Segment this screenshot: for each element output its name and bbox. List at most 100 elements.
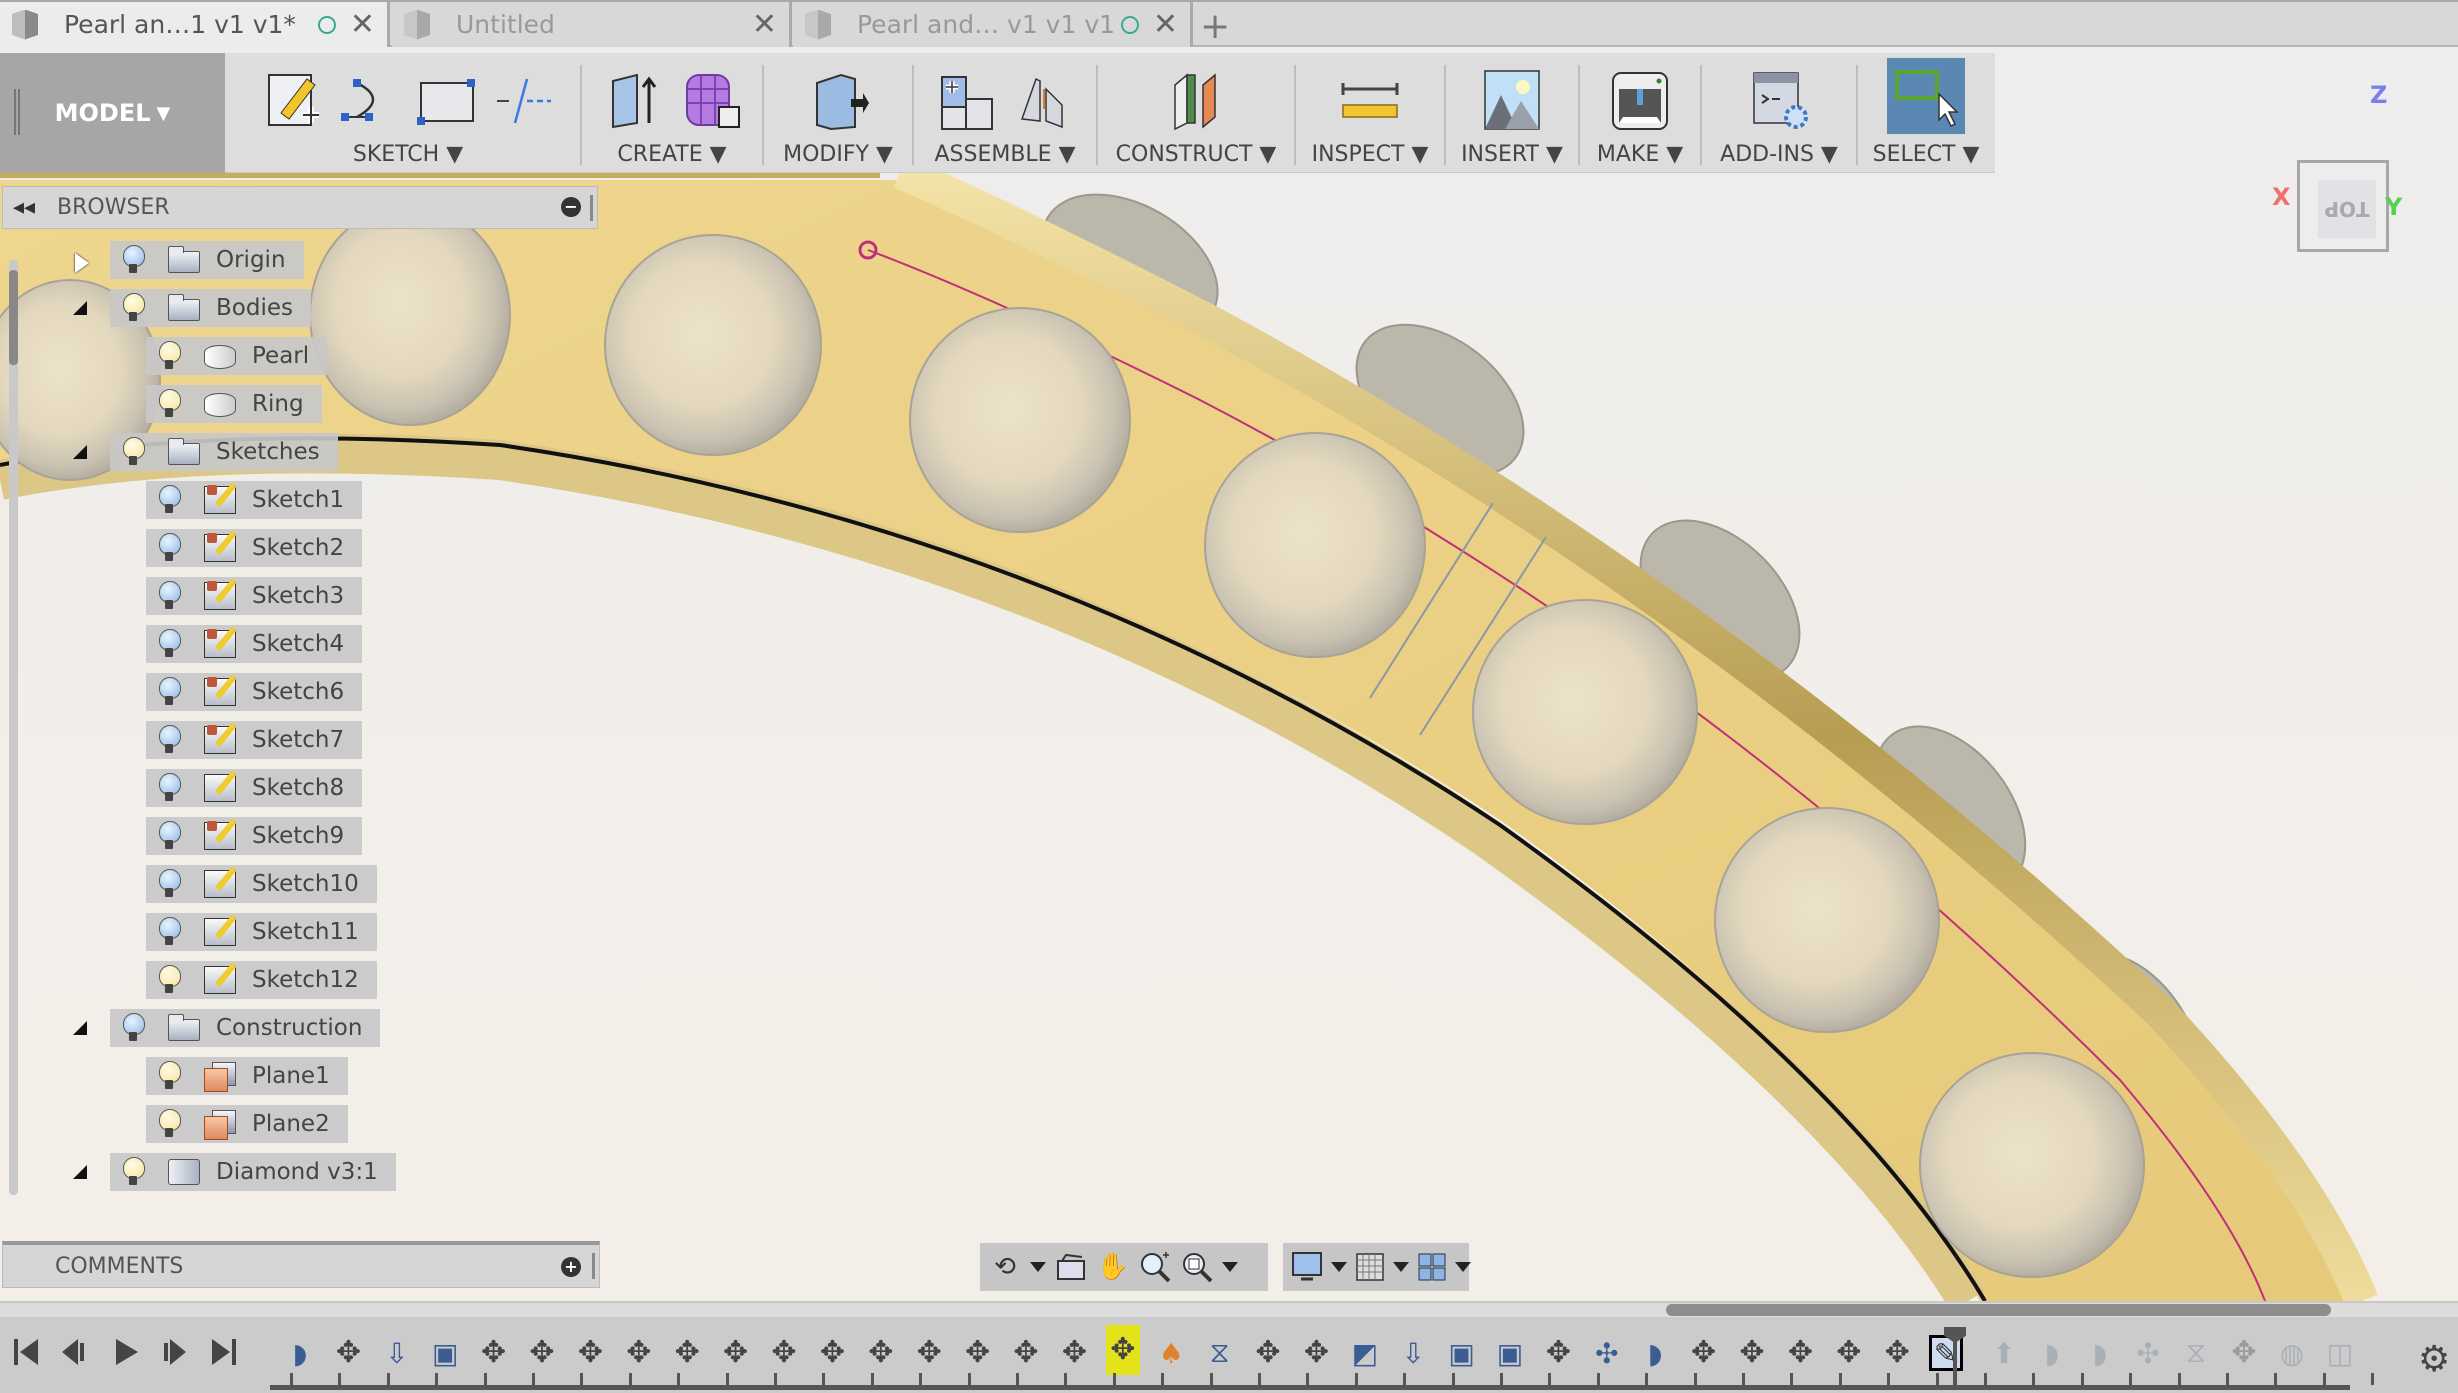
- viewports-dropdown-caret[interactable]: [1455, 1262, 1471, 1272]
- look-at-icon[interactable]: [1054, 1250, 1088, 1284]
- extrude-icon[interactable]: [603, 69, 665, 131]
- browser-node-sketch11[interactable]: Sketch11: [146, 913, 377, 951]
- scripts-addins-icon[interactable]: [1748, 69, 1810, 131]
- toolbar-group-insert[interactable]: INSERT ▼: [1448, 53, 1576, 173]
- visibility-bulb-icon[interactable]: [122, 1013, 145, 1043]
- browser-node-plane1[interactable]: Plane1: [146, 1057, 348, 1095]
- browser-node-sketch12[interactable]: Sketch12: [146, 961, 377, 999]
- timeline-feature-move-selected[interactable]: [1105, 1325, 1140, 1375]
- toolbar-group-select[interactable]: SELECT ▼: [1860, 53, 1992, 173]
- timeline-feature-move[interactable]: [1687, 1335, 1721, 1371]
- timeline-feature-move[interactable]: [622, 1335, 656, 1371]
- document-tab-active[interactable]: Pearl an…1 v1 v1* ✕: [0, 2, 390, 47]
- toolbar-group-add-ins[interactable]: ADD-INS ▼: [1704, 53, 1854, 173]
- play-button[interactable]: [112, 1335, 140, 1369]
- visibility-bulb-icon[interactable]: [158, 581, 181, 611]
- arc-icon[interactable]: [339, 69, 401, 131]
- visibility-bulb-icon[interactable]: [158, 1061, 181, 1091]
- joint-icon[interactable]: [1012, 69, 1074, 131]
- timeline-settings-gear-icon[interactable]: ⚙: [2418, 1342, 2450, 1378]
- visibility-bulb-icon[interactable]: [158, 821, 181, 851]
- timeline-feature-move[interactable]: [525, 1335, 559, 1371]
- visibility-bulb-icon[interactable]: [158, 773, 181, 803]
- browser-node-sketches[interactable]: Sketches: [110, 433, 338, 471]
- timeline-feature-derive[interactable]: ⇩: [380, 1335, 414, 1371]
- timeline-feature-move[interactable]: [477, 1335, 511, 1371]
- timeline-feature-move[interactable]: [1735, 1335, 1769, 1371]
- panel-resize-handle[interactable]: [590, 195, 593, 221]
- timeline-feature-move[interactable]: [331, 1335, 365, 1371]
- pan-icon[interactable]: ✋: [1096, 1250, 1130, 1284]
- visibility-bulb-icon[interactable]: [158, 341, 181, 371]
- browser-node-ring[interactable]: Ring: [146, 385, 322, 423]
- go-to-end-button[interactable]: [210, 1335, 238, 1369]
- new-tab-button[interactable]: +: [1200, 6, 1230, 47]
- scrollbar-thumb[interactable]: [1666, 1304, 2331, 1316]
- visibility-bulb-icon[interactable]: [158, 917, 181, 947]
- expand-open-icon[interactable]: [73, 1021, 87, 1035]
- toolbar-group-modify[interactable]: MODIFY ▼: [766, 53, 910, 173]
- browser-node-sketch4[interactable]: Sketch4: [146, 625, 363, 663]
- browser-node-construction[interactable]: Construction: [110, 1009, 381, 1047]
- visibility-bulb-icon[interactable]: [158, 965, 181, 995]
- timeline-feature-move[interactable]: [1832, 1335, 1866, 1371]
- display-dropdown-caret[interactable]: [1331, 1262, 1347, 1272]
- timeline-feature-derive[interactable]: ⇩: [1396, 1335, 1430, 1371]
- viewports-icon[interactable]: [1417, 1250, 1447, 1284]
- timeline-suppressed-feature-combine[interactable]: ◫: [2323, 1335, 2357, 1371]
- browser-node-sketch2[interactable]: Sketch2: [146, 529, 363, 567]
- go-to-start-button[interactable]: [12, 1335, 40, 1369]
- browser-node-plane2[interactable]: Plane2: [146, 1105, 348, 1143]
- step-back-button[interactable]: [60, 1335, 88, 1369]
- browser-node-sketch1[interactable]: Sketch1: [146, 481, 363, 519]
- view-cube[interactable]: TOP: [2297, 160, 2389, 252]
- window-select-icon[interactable]: [1887, 58, 1965, 134]
- toolbar-grip-handle[interactable]: [14, 89, 20, 135]
- toolbar-group-sketch[interactable]: SKETCH ▼: [238, 53, 578, 173]
- 3d-print-icon[interactable]: [1609, 69, 1671, 131]
- close-tab-button[interactable]: ✕: [350, 9, 375, 40]
- visibility-bulb-icon[interactable]: [158, 725, 181, 755]
- timeline-feature-move[interactable]: [1009, 1335, 1043, 1371]
- display-settings-icon[interactable]: [1291, 1250, 1323, 1284]
- grid-settings-icon[interactable]: [1355, 1250, 1385, 1284]
- zoom-icon[interactable]: [1138, 1250, 1172, 1284]
- timeline-feature-fillet-orange[interactable]: ♠: [1154, 1335, 1188, 1371]
- zoom-dropdown-caret[interactable]: [1222, 1262, 1238, 1272]
- browser-scrollbar-thumb[interactable]: [9, 270, 18, 365]
- timeline-feature-move[interactable]: [1783, 1335, 1817, 1371]
- comments-panel-header[interactable]: COMMENTS +: [2, 1241, 600, 1288]
- visibility-bulb-icon[interactable]: [158, 485, 181, 515]
- expand-open-icon[interactable]: [73, 1165, 87, 1179]
- browser-node-sketch3[interactable]: Sketch3: [146, 577, 363, 615]
- ring-model-view[interactable]: [0, 47, 2458, 1301]
- 3d-viewport[interactable]: TOP Z X Y: [0, 47, 2458, 1301]
- close-tab-button[interactable]: ✕: [752, 9, 777, 40]
- timeline-feature-move[interactable]: [961, 1335, 995, 1371]
- close-tab-button[interactable]: ✕: [1153, 9, 1178, 40]
- visibility-bulb-icon[interactable]: [158, 533, 181, 563]
- timeline-feature-move[interactable]: [670, 1335, 704, 1371]
- rectangle-icon[interactable]: [415, 69, 477, 131]
- document-tab[interactable]: Untitled ✕: [392, 2, 792, 47]
- browser-node-bodies[interactable]: Bodies: [110, 289, 311, 327]
- toolbar-group-assemble[interactable]: ASSEMBLE ▼: [916, 53, 1094, 173]
- create-sketch-icon[interactable]: [263, 69, 325, 131]
- timeline-feature-sketch-plane[interactable]: ▣: [1493, 1335, 1527, 1371]
- visibility-bulb-icon[interactable]: [122, 293, 145, 323]
- toolbar-group-inspect[interactable]: INSPECT ▼: [1298, 53, 1442, 173]
- viewport-horizontal-scrollbar[interactable]: [0, 1301, 2458, 1317]
- timeline-feature-move[interactable]: [1251, 1335, 1285, 1371]
- browser-scrollbar[interactable]: [9, 260, 18, 1195]
- timeline-suppressed-feature-extrude[interactable]: ⬆: [1987, 1335, 2021, 1371]
- browser-node-pearl[interactable]: Pearl: [146, 337, 328, 375]
- timeline-feature-move[interactable]: [719, 1335, 753, 1371]
- browser-panel-header[interactable]: ◂◂ BROWSER −: [2, 186, 598, 229]
- collapse-browser-button[interactable]: ◂◂: [13, 195, 47, 220]
- browser-node-origin[interactable]: Origin: [110, 241, 304, 279]
- minimize-browser-button[interactable]: −: [561, 197, 581, 217]
- visibility-bulb-icon[interactable]: [158, 629, 181, 659]
- form-icon[interactable]: [679, 69, 741, 131]
- timeline-feature-sketch-plane[interactable]: ▣: [428, 1335, 462, 1371]
- timeline-feature-shell[interactable]: ◩: [1348, 1335, 1382, 1371]
